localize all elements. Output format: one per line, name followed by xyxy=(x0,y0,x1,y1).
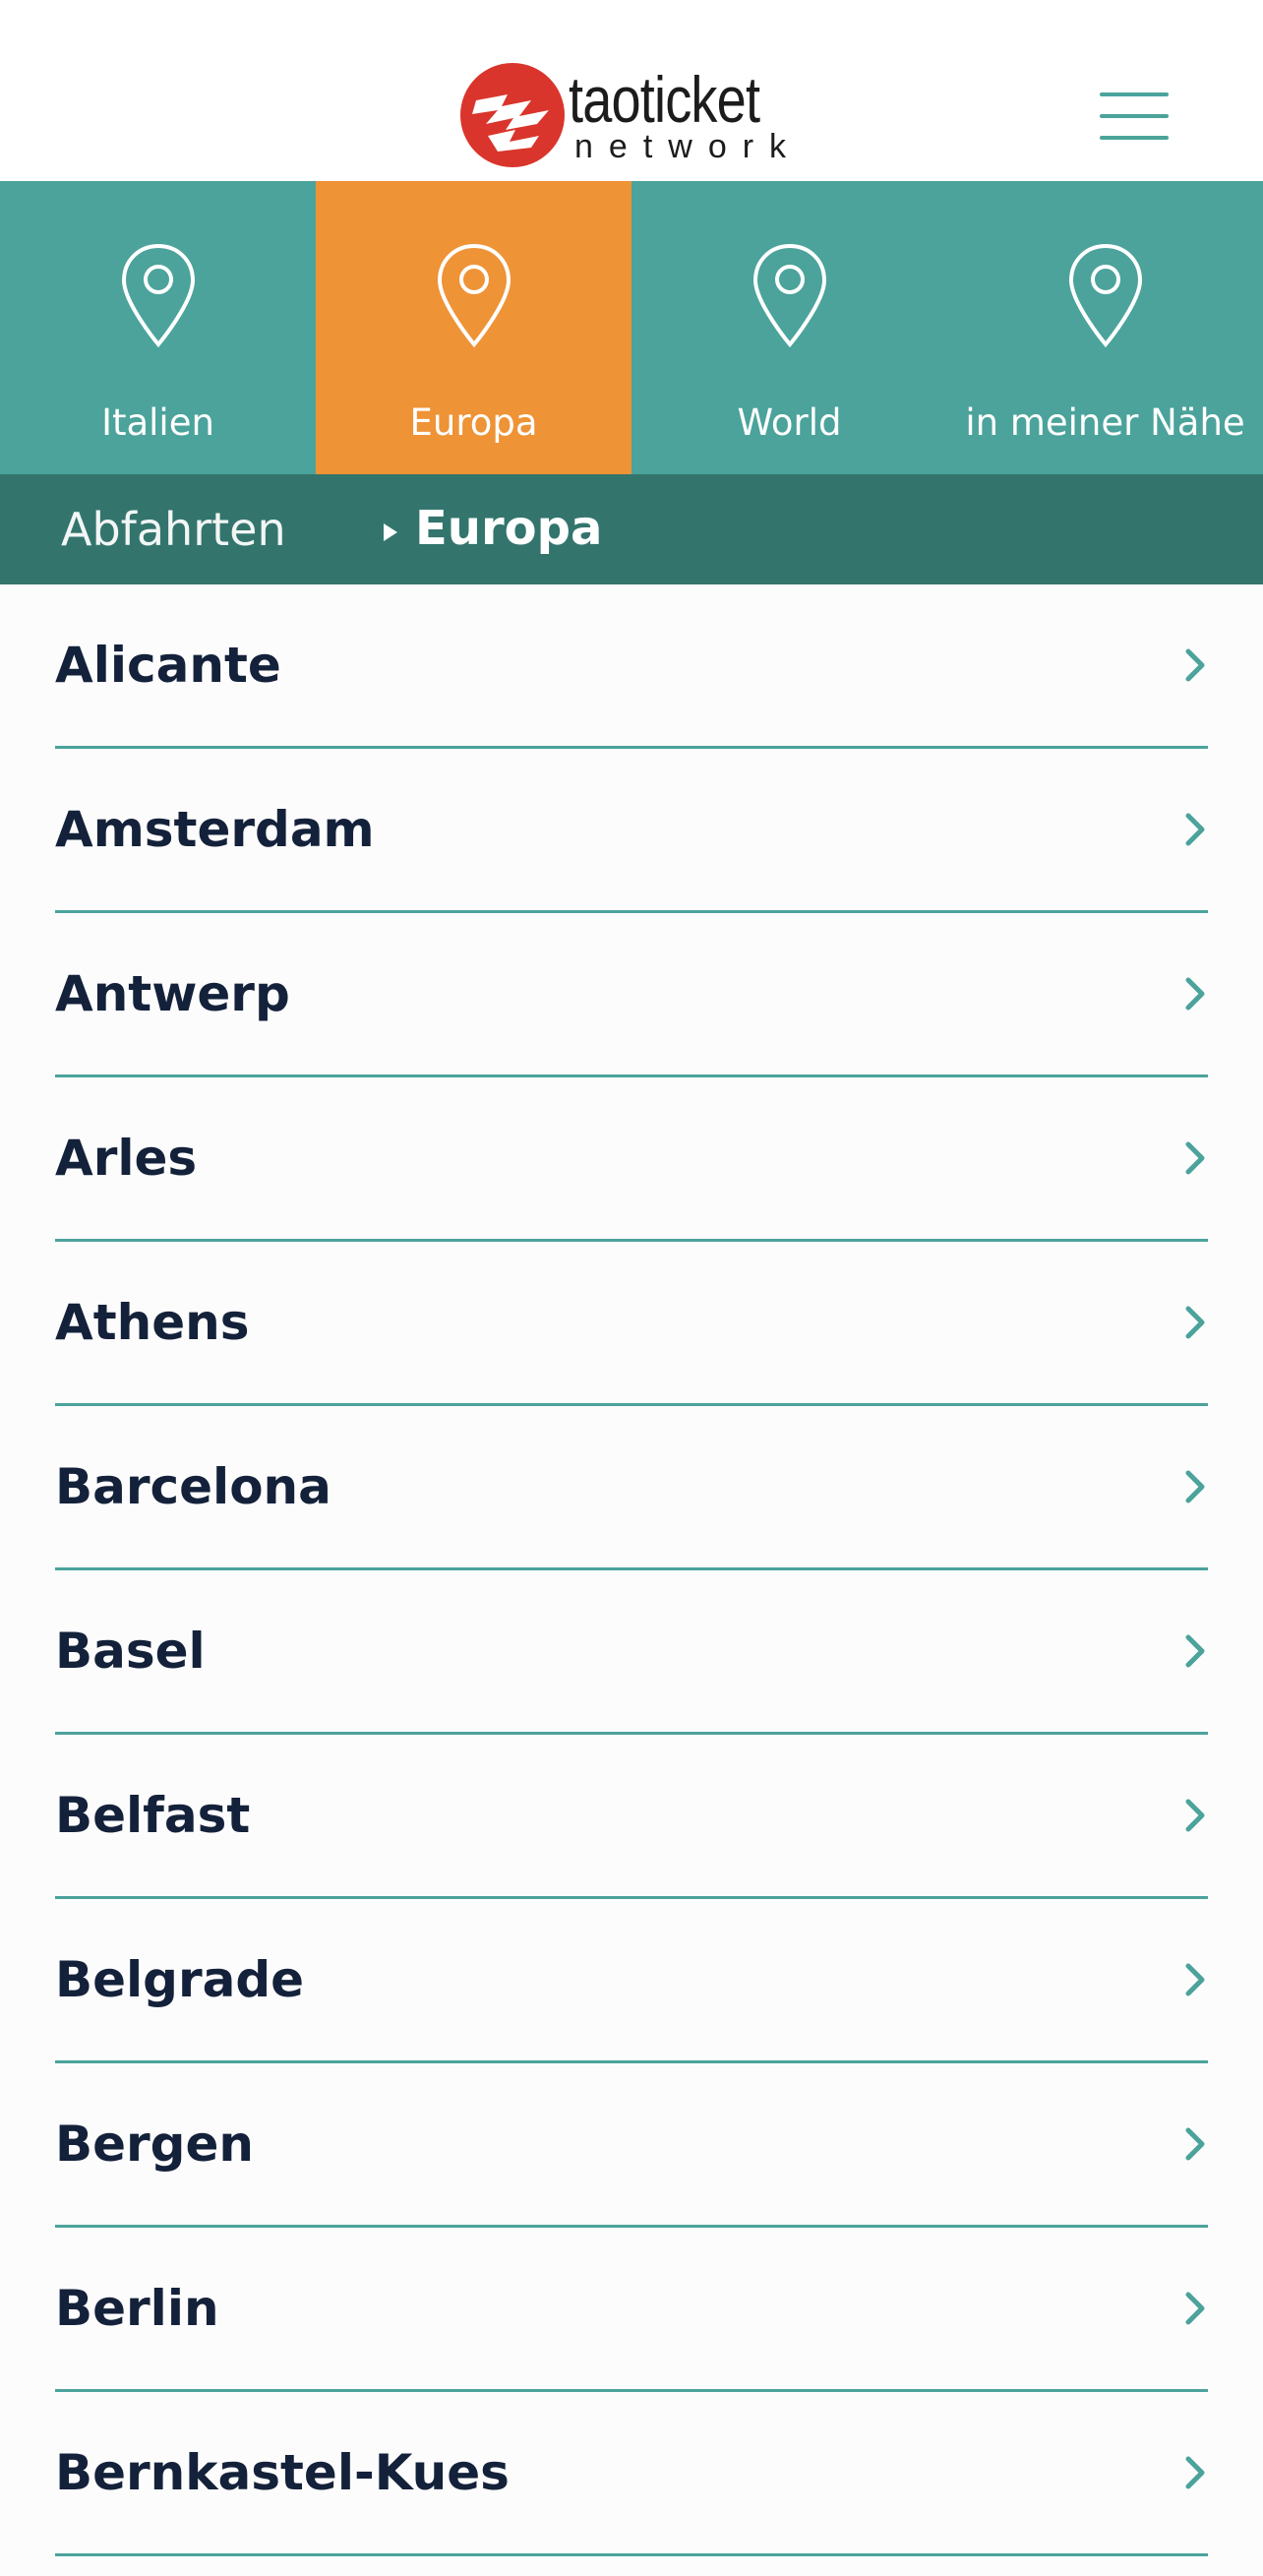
app-header: taoticket network xyxy=(0,0,1263,181)
breadcrumb-caret-icon xyxy=(384,523,397,541)
chevron-right-icon xyxy=(1185,2292,1205,2325)
tab-label: World xyxy=(737,401,842,444)
tab-label: Europa xyxy=(409,401,538,444)
taoticket-logo[interactable]: taoticket network xyxy=(458,57,812,167)
city-name: Belgrade xyxy=(55,1951,305,2008)
tab-italien[interactable]: Italien xyxy=(0,181,316,474)
list-item[interactable]: Barcelona xyxy=(55,1406,1208,1570)
list-item[interactable]: Alicante xyxy=(55,584,1208,749)
list-item[interactable]: Amsterdam xyxy=(55,749,1208,913)
list-item[interactable]: Bergen xyxy=(55,2063,1208,2228)
breadcrumb-root-link[interactable]: Abfahrten xyxy=(61,504,286,555)
chevron-right-icon xyxy=(1185,648,1205,682)
hamburger-menu-icon[interactable] xyxy=(1094,89,1174,144)
map-pin-icon xyxy=(752,243,826,348)
list-item[interactable]: Belgrade xyxy=(55,1899,1208,2063)
logo-subtitle: network xyxy=(574,128,803,165)
city-name: Amsterdam xyxy=(55,801,375,858)
chevron-right-icon xyxy=(1185,1963,1205,1996)
logo-wordmark: taoticket xyxy=(569,63,760,136)
chevron-right-icon xyxy=(1185,813,1205,846)
list-item[interactable]: Belfast xyxy=(55,1735,1208,1899)
region-tabs: Italien Europa World in meiner Nähe xyxy=(0,181,1263,474)
city-name: Alicante xyxy=(55,637,281,694)
city-name: Belfast xyxy=(55,1787,251,1844)
chevron-right-icon xyxy=(1185,977,1205,1011)
list-item[interactable]: Bernkastel-Kues xyxy=(55,2392,1208,2556)
chevron-right-icon xyxy=(1185,2127,1205,2161)
city-name: Barcelona xyxy=(55,1458,331,1515)
tab-world[interactable]: World xyxy=(632,181,947,474)
list-item[interactable]: Arles xyxy=(55,1077,1208,1242)
map-pin-icon xyxy=(121,243,195,348)
city-list: Alicante Amsterdam Antwerp Arles Athens … xyxy=(0,584,1263,2556)
city-name: Arles xyxy=(55,1130,198,1187)
city-name: Antwerp xyxy=(55,965,290,1022)
chevron-right-icon xyxy=(1185,1470,1205,1503)
city-name: Basel xyxy=(55,1623,206,1680)
tab-in-meiner-naehe[interactable]: in meiner Nähe xyxy=(947,181,1263,474)
taoticket-logo-mark-icon xyxy=(460,63,565,167)
city-name: Berlin xyxy=(55,2280,219,2337)
tab-europa[interactable]: Europa xyxy=(316,181,632,474)
city-name: Bergen xyxy=(55,2116,254,2173)
chevron-right-icon xyxy=(1185,1141,1205,1175)
list-item[interactable]: Antwerp xyxy=(55,913,1208,1077)
city-name: Bernkastel-Kues xyxy=(55,2444,510,2501)
breadcrumb-current: Europa xyxy=(415,501,603,556)
list-item[interactable]: Berlin xyxy=(55,2228,1208,2392)
list-item[interactable]: Basel xyxy=(55,1570,1208,1735)
chevron-right-icon xyxy=(1185,1306,1205,1339)
list-item[interactable]: Athens xyxy=(55,1242,1208,1406)
map-pin-icon xyxy=(437,243,511,348)
tab-label: Italien xyxy=(101,401,214,444)
city-name: Athens xyxy=(55,1294,250,1351)
breadcrumb: Abfahrten Europa xyxy=(0,474,1263,584)
chevron-right-icon xyxy=(1185,1634,1205,1668)
map-pin-icon xyxy=(1068,243,1142,348)
chevron-right-icon xyxy=(1185,1799,1205,1832)
chevron-right-icon xyxy=(1185,2456,1205,2489)
tab-label: in meiner Nähe xyxy=(965,401,1245,444)
